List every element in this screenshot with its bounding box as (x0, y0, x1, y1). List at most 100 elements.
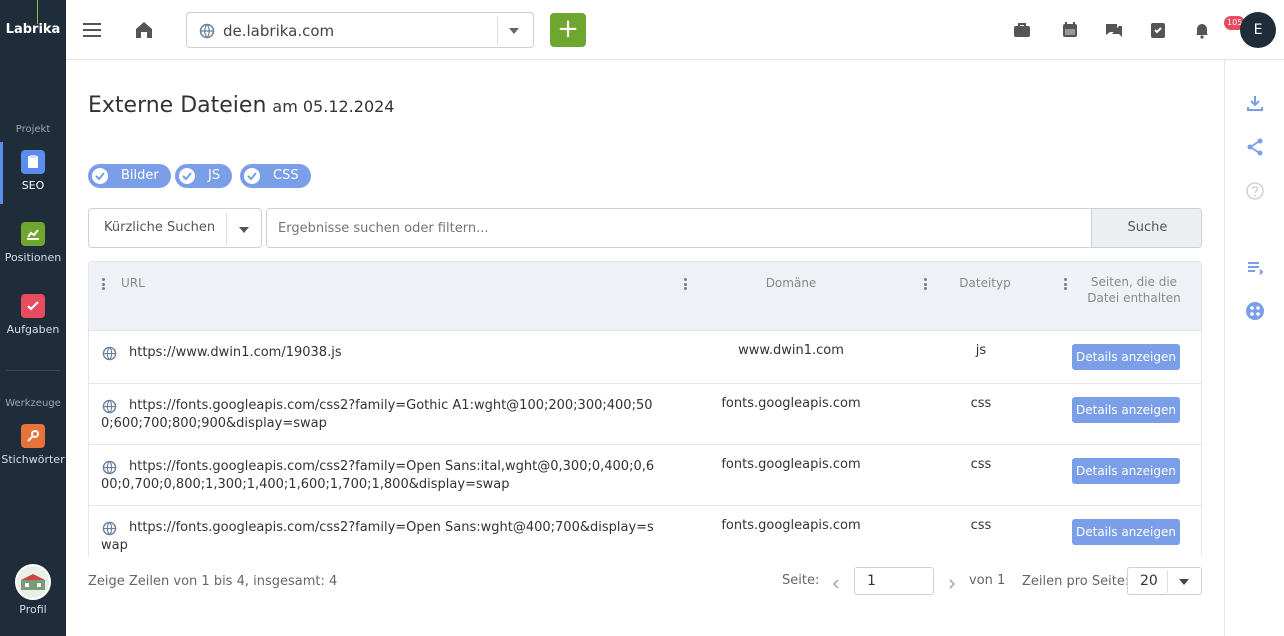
row-url: https://fonts.googleapis.com/css2?family… (101, 398, 653, 431)
user-avatar[interactable]: E (1240, 12, 1276, 48)
table-row: https://fonts.googleapis.com/css2?family… (89, 506, 1201, 558)
details-button[interactable]: Details anzeigen (1072, 458, 1180, 484)
brand-logo[interactable]: Labrika (0, 0, 66, 60)
chevron-down-icon[interactable] (1179, 579, 1189, 585)
row-url: https://fonts.googleapis.com/css2?family… (101, 520, 654, 553)
page-of-label: von 1 (969, 573, 1006, 588)
column-menu-icon[interactable] (684, 278, 687, 290)
row-type: css (970, 518, 992, 533)
row-domain: fonts.googleapis.com (721, 518, 861, 533)
chevron-left-icon[interactable] (830, 575, 842, 589)
table-row: https://www.dwin1.com/19038.js www.dwin1… (89, 331, 1201, 384)
page-title-text: Externe Dateien (88, 93, 267, 118)
chevron-right-icon[interactable] (946, 575, 958, 589)
sidebar-item-aufgaben[interactable]: Aufgaben (0, 286, 66, 348)
main-content: Externe Dateien am 05.12.2024 Bilder JS C… (66, 60, 1224, 636)
checkbox-icon (21, 294, 45, 318)
add-button[interactable]: + (550, 13, 586, 47)
filter-chip-css[interactable]: CSS (240, 164, 311, 188)
palette-icon[interactable] (1243, 299, 1267, 323)
top-bar: de.labrika.com + 105 E (66, 0, 1284, 60)
select-divider (497, 17, 498, 45)
row-domain: www.dwin1.com (738, 343, 844, 358)
check-icon (244, 168, 260, 184)
page-input[interactable]: 1 (854, 567, 934, 595)
row-type: css (970, 457, 992, 472)
tasks-icon[interactable] (1146, 18, 1170, 42)
page-subtitle: am 05.12.2024 (272, 97, 395, 116)
page-title: Externe Dateien am 05.12.2024 (88, 93, 394, 118)
chart-icon (21, 222, 45, 246)
sidebar-item-positionen[interactable]: Positionen (0, 214, 66, 276)
row-domain: fonts.googleapis.com (721, 396, 861, 411)
download-icon[interactable] (1243, 91, 1267, 115)
row-type: css (970, 396, 992, 411)
sidebar-divider (6, 370, 60, 371)
filter-chip-label: CSS (273, 168, 299, 183)
column-header-type[interactable]: Dateityp (935, 276, 1035, 290)
table-header: URL Domäne Dateityp Seiten, die die Date… (89, 262, 1201, 331)
search-button[interactable]: Suche (1091, 209, 1201, 247)
row-type: js (975, 343, 987, 358)
clipboard-icon (21, 150, 45, 174)
details-button[interactable]: Details anzeigen (1072, 397, 1180, 423)
sidebar: Labrika Projekt SEO Positionen Aufgaben … (0, 0, 66, 636)
details-button[interactable]: Details anzeigen (1072, 519, 1180, 545)
key-icon (21, 424, 45, 448)
home-icon[interactable] (132, 18, 156, 42)
sidebar-item-label: SEO (21, 179, 45, 192)
bell-icon[interactable] (1190, 18, 1214, 42)
sidebar-item-label: Positionen (4, 251, 62, 264)
menu-icon[interactable] (80, 18, 104, 42)
help-icon[interactable] (1243, 179, 1267, 203)
table-row: https://fonts.googleapis.com/css2?family… (89, 384, 1201, 445)
globe-icon (199, 23, 215, 39)
briefcase-icon[interactable] (1010, 18, 1034, 42)
row-url: https://fonts.googleapis.com/css2?family… (101, 459, 655, 492)
section-label-tools: Werkzeuge (5, 398, 61, 409)
rows-info: Zeige Zeilen von 1 bis 4, insgesamt: 4 (88, 574, 338, 589)
row-domain: fonts.googleapis.com (721, 457, 861, 472)
chevron-down-icon[interactable] (239, 227, 249, 233)
search-bar: Suche (266, 208, 1202, 248)
right-toolbar (1224, 60, 1284, 636)
sidebar-item-label: Aufgaben (6, 323, 60, 336)
column-header-pages[interactable]: Seiten, die die Datei enthalten (1074, 274, 1194, 306)
column-menu-icon[interactable] (924, 278, 927, 290)
profile-label[interactable]: Profil (0, 603, 66, 616)
details-button[interactable]: Details anzeigen (1072, 344, 1180, 370)
domain-select[interactable]: de.labrika.com (186, 12, 534, 48)
list-icon[interactable] (1243, 255, 1267, 279)
column-menu-icon[interactable] (102, 278, 105, 290)
filter-chip-label: JS (208, 168, 221, 183)
domain-value: de.labrika.com (223, 22, 335, 40)
section-label-project: Projekt (15, 124, 51, 135)
page-label: Seite: (782, 573, 820, 588)
rows-per-page-select[interactable]: 20 (1127, 567, 1202, 595)
chat-icon[interactable] (1102, 18, 1126, 42)
column-header-domain[interactable]: Domäne (691, 276, 891, 290)
pagination-bar: Zeige Zeilen von 1 bis 4, insgesamt: 4 S… (88, 567, 1202, 595)
rows-per-page-label: Zeilen pro Seite: (1022, 574, 1130, 589)
select-divider (226, 213, 227, 245)
row-url: https://www.dwin1.com/19038.js (129, 345, 342, 360)
table-row: https://fonts.googleapis.com/css2?family… (89, 445, 1201, 506)
filter-chip-bilder[interactable]: Bilder (88, 164, 171, 188)
select-divider (1167, 571, 1168, 593)
sidebar-item-label: Stichwörter (1, 453, 65, 466)
check-icon (92, 168, 108, 184)
filter-chip-label: Bilder (121, 168, 159, 183)
sidebar-item-seo[interactable]: SEO (0, 142, 66, 204)
share-icon[interactable] (1243, 135, 1267, 159)
chevron-down-icon[interactable] (509, 28, 519, 34)
column-menu-icon[interactable] (1064, 278, 1067, 290)
files-table: URL Domäne Dateityp Seiten, die die Date… (88, 261, 1202, 558)
check-icon (179, 168, 195, 184)
column-header-url[interactable]: URL (121, 276, 145, 290)
sidebar-item-stichwoerter[interactable]: Stichwörter (0, 416, 66, 478)
search-input[interactable] (267, 209, 1091, 247)
recent-searches-select[interactable]: Kürzliche Suchen (88, 208, 262, 248)
filter-chip-js[interactable]: JS (175, 164, 233, 188)
calendar-icon[interactable] (1058, 18, 1082, 42)
profile-avatar[interactable] (15, 564, 51, 600)
